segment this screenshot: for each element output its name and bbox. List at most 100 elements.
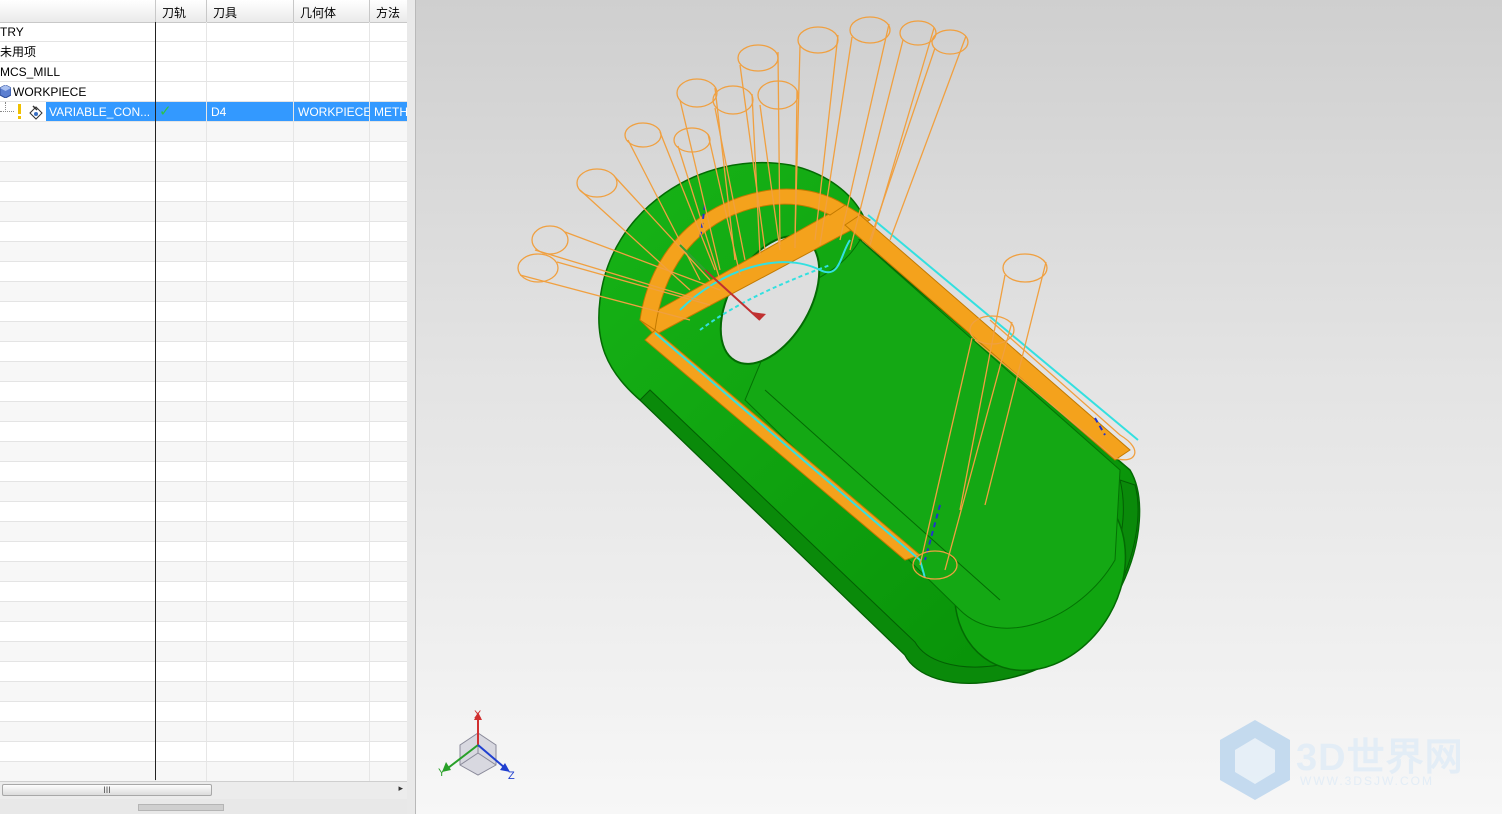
grid-cell [206, 142, 211, 161]
grid-cell [206, 442, 211, 461]
empty-row [0, 122, 407, 142]
empty-row [0, 242, 407, 262]
column-separator[interactable] [155, 22, 156, 780]
grid-cell [369, 702, 374, 721]
grid-cell [293, 242, 298, 261]
toolpath-status: ✓ [155, 102, 206, 121]
empty-row [0, 302, 407, 322]
splitter[interactable] [407, 0, 416, 814]
grid-cell [206, 682, 211, 701]
grid-cell [369, 342, 374, 361]
empty-row [0, 642, 407, 662]
empty-row [0, 422, 407, 442]
empty-row [0, 202, 407, 222]
grid-cell [206, 662, 211, 681]
grid-cell [206, 342, 211, 361]
tree-label: MCS_MILL [0, 65, 61, 79]
grid-cell [369, 562, 374, 581]
grid-cell [293, 82, 298, 101]
grid-cell [369, 662, 374, 681]
warning-icon [18, 104, 21, 119]
grid-cell [369, 442, 374, 461]
tree-row-geometry[interactable]: TRY [0, 22, 407, 42]
navigator-header: 刀轨 刀具 几何体 方法 [0, 0, 407, 23]
grid-cell [293, 262, 298, 281]
grid-cell [293, 342, 298, 361]
grid-cell [206, 602, 211, 621]
grid-cell [369, 762, 374, 781]
grid-cell [206, 502, 211, 521]
grid-cell [206, 162, 211, 181]
grid-cell [206, 702, 211, 721]
grid-cell [369, 22, 374, 41]
grid-cell [206, 562, 211, 581]
grid-cell [293, 642, 298, 661]
scrollbar-thumb[interactable]: III [2, 784, 212, 796]
grid-cell [369, 162, 374, 181]
empty-row [0, 282, 407, 302]
grid-cell [369, 542, 374, 561]
tree-connector [0, 111, 14, 112]
grid-cell [369, 602, 374, 621]
tree-label: 未用项 [0, 45, 37, 59]
grid-cell [206, 722, 211, 741]
view-triad-icon: X Y Z [438, 709, 515, 782]
resize-grip[interactable] [138, 804, 224, 811]
geometry-cell: WORKPIECE [293, 102, 369, 121]
grid-cell [293, 462, 298, 481]
grid-cell [206, 202, 211, 221]
empty-row [0, 402, 407, 422]
empty-row [0, 562, 407, 582]
empty-row [0, 662, 407, 682]
column-header-toolpath[interactable]: 刀轨 [155, 0, 206, 22]
grid-cell [206, 22, 211, 41]
grid-cell [293, 382, 298, 401]
empty-row [0, 382, 407, 402]
grid-cell [293, 762, 298, 781]
grid-cell [369, 362, 374, 381]
grid-cell [206, 42, 211, 61]
horizontal-scrollbar[interactable]: III ▸ [0, 781, 407, 799]
grid-cell [369, 382, 374, 401]
tree-row-workpiece[interactable]: WORKPIECE [0, 82, 407, 102]
grid-cell [293, 602, 298, 621]
method-cell: METH [369, 102, 407, 121]
watermark-subtext: WWW.3DSJW.COM [1300, 774, 1434, 788]
grid-cell [293, 222, 298, 241]
tree-row-operation[interactable]: VARIABLE_CON... ✓ D4 WORKPIECE METH [0, 102, 407, 122]
grid-cell [293, 302, 298, 321]
grid-cell [206, 122, 211, 141]
variable-contour-operation-icon [28, 104, 44, 123]
grid-cell [206, 422, 211, 441]
grid-cell [369, 142, 374, 161]
grid-cell [369, 182, 374, 201]
grid-cell [206, 322, 211, 341]
scroll-right-arrow-icon[interactable]: ▸ [398, 783, 403, 794]
column-header-name[interactable] [0, 0, 155, 22]
grid-cell [293, 122, 298, 141]
grid-cell [369, 62, 374, 81]
grid-cell [206, 522, 211, 541]
column-header-tool[interactable]: 刀具 [206, 0, 293, 22]
grid-cell [293, 282, 298, 301]
graphics-window[interactable]: X Y Z 3D世界网 WWW.3DSJW.COM [416, 0, 1502, 814]
column-header-method[interactable]: 方法 [369, 0, 407, 22]
grid-cell [293, 22, 298, 41]
empty-row [0, 682, 407, 702]
grid-cell [206, 402, 211, 421]
grid-cell [369, 242, 374, 261]
grid-cell [293, 542, 298, 561]
grid-cell [206, 582, 211, 601]
grid-cell [369, 422, 374, 441]
triad-z-label: Z [508, 770, 515, 782]
grid-cell [293, 162, 298, 181]
empty-row [0, 222, 407, 242]
grid-cell [369, 522, 374, 541]
grid-cell [206, 382, 211, 401]
tree-row-mcs-mill[interactable]: MCS_MILL [0, 62, 407, 82]
grid-cell [293, 622, 298, 641]
grid-cell [369, 402, 374, 421]
column-header-geometry[interactable]: 几何体 [293, 0, 369, 22]
tree-row-unused[interactable]: 未用项 [0, 42, 407, 62]
empty-row [0, 142, 407, 162]
